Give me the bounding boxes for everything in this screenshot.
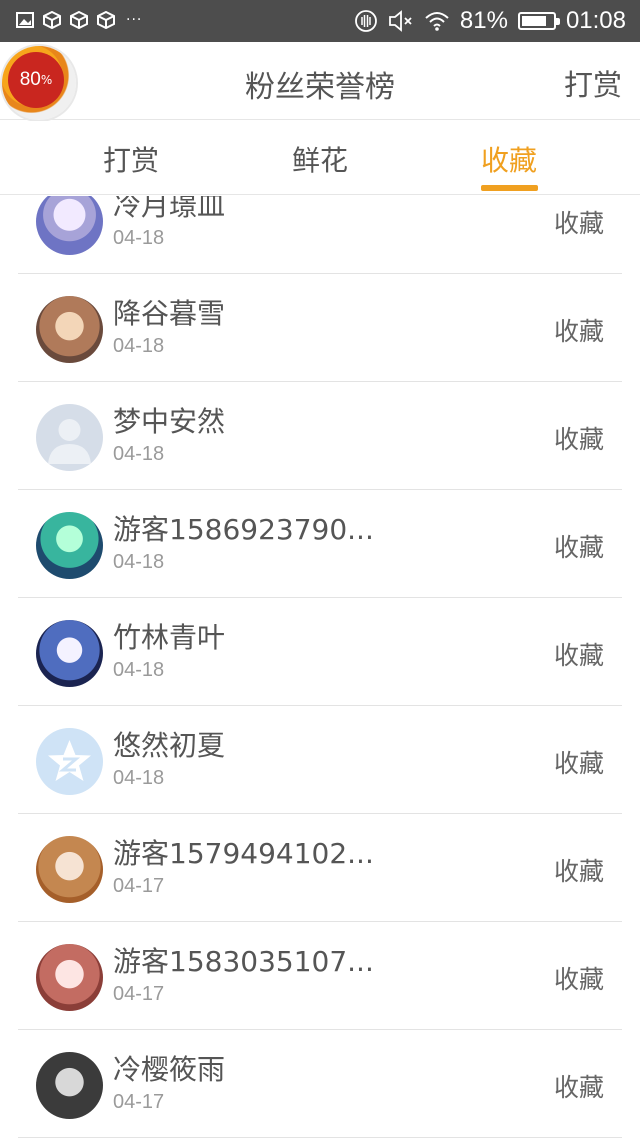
list-item[interactable]: 降谷暮雪 04-18 收藏	[0, 274, 640, 382]
fan-name: 降谷暮雪	[113, 297, 226, 330]
avatar[interactable]	[36, 728, 103, 795]
fan-date: 04-17	[113, 875, 165, 897]
fan-action: 收藏	[553, 641, 604, 670]
package-icon	[97, 11, 115, 29]
fan-action: 收藏	[553, 1073, 604, 1102]
status-bar: ··· 81% 01:08	[0, 0, 640, 42]
list-item[interactable]: 冷月璟皿 04-18 收藏	[0, 196, 640, 274]
avatar[interactable]	[36, 404, 103, 471]
fan-date: 04-17	[113, 1091, 165, 1113]
wifi-icon	[425, 12, 449, 31]
image-icon	[16, 12, 34, 28]
avatar[interactable]	[36, 296, 103, 363]
fan-name: 游客1579494102...	[113, 837, 374, 870]
list-item[interactable]: 游客1583035107... 04-17 收藏	[0, 922, 640, 1030]
fan-date: 04-18	[113, 335, 165, 357]
list-item[interactable]: 冷樱筱雨 04-17 收藏	[0, 1030, 640, 1138]
mute-icon	[388, 10, 412, 32]
tab-bar: 打赏 鲜花 收藏	[0, 121, 640, 195]
avatar[interactable]	[36, 196, 103, 255]
fan-date: 04-18	[113, 227, 165, 249]
fan-action: 收藏	[553, 749, 604, 778]
fan-name: 游客1586923790...	[113, 513, 374, 546]
fan-date: 04-18	[113, 551, 165, 573]
header: 80% 粉丝荣誉榜 打赏	[0, 42, 640, 120]
reward-button[interactable]: 打赏	[564, 62, 622, 104]
fan-date: 04-18	[113, 767, 165, 789]
fan-name: 冷樱筱雨	[113, 1053, 226, 1086]
fan-name: 竹林青叶	[113, 621, 226, 654]
avatar[interactable]	[36, 1052, 103, 1119]
fan-action: 收藏	[553, 425, 604, 454]
list-item[interactable]: 悠然初夏 04-18 收藏	[0, 706, 640, 814]
nfc-icon	[354, 10, 377, 32]
more-notifications: ···	[126, 12, 143, 28]
fan-date: 04-18	[113, 443, 165, 465]
list-item[interactable]: 梦中安然 04-18 收藏	[0, 382, 640, 490]
package-icon	[43, 11, 61, 29]
fan-action: 收藏	[553, 209, 604, 238]
system-icons: 81% 01:08	[354, 0, 626, 42]
avatar[interactable]	[36, 944, 103, 1011]
notification-icons: ···	[16, 11, 142, 29]
fan-name: 冷月璟皿	[113, 196, 226, 222]
tab-reward[interactable]: 打赏	[103, 139, 159, 179]
star-icon	[48, 740, 91, 781]
list-item[interactable]: 竹林青叶 04-18 收藏	[0, 598, 640, 706]
battery-icon	[517, 12, 560, 30]
fan-action: 收藏	[553, 857, 604, 886]
battery-level	[521, 16, 547, 26]
fan-action: 收藏	[553, 533, 604, 562]
package-icon	[70, 11, 88, 29]
list-item[interactable]: 游客1586923790... 04-18 收藏	[0, 490, 640, 598]
fan-name: 梦中安然	[113, 405, 226, 438]
fan-action: 收藏	[553, 965, 604, 994]
fan-list[interactable]: 冷月璟皿 04-18 收藏 降谷暮雪 04-18 收藏 梦中安然 04-18 收…	[0, 196, 640, 1138]
avatar[interactable]	[36, 512, 103, 579]
fan-action: 收藏	[553, 317, 604, 346]
default-user-icon	[48, 419, 91, 464]
fan-date: 04-17	[113, 983, 165, 1005]
clock: 01:08	[565, 7, 626, 34]
fan-name: 游客1583035107...	[113, 945, 374, 978]
fan-date: 04-18	[113, 659, 165, 681]
battery-percent: 81%	[459, 7, 508, 34]
active-tab-indicator	[481, 185, 538, 191]
avatar[interactable]	[36, 836, 103, 903]
fan-name: 悠然初夏	[113, 729, 226, 762]
tab-favorites[interactable]: 收藏	[481, 139, 537, 179]
avatar[interactable]	[36, 620, 103, 687]
page-title: 粉丝荣誉榜	[245, 70, 395, 105]
tab-flowers[interactable]: 鲜花	[292, 139, 348, 179]
list-item[interactable]: 游客1579494102... 04-17 收藏	[0, 814, 640, 922]
